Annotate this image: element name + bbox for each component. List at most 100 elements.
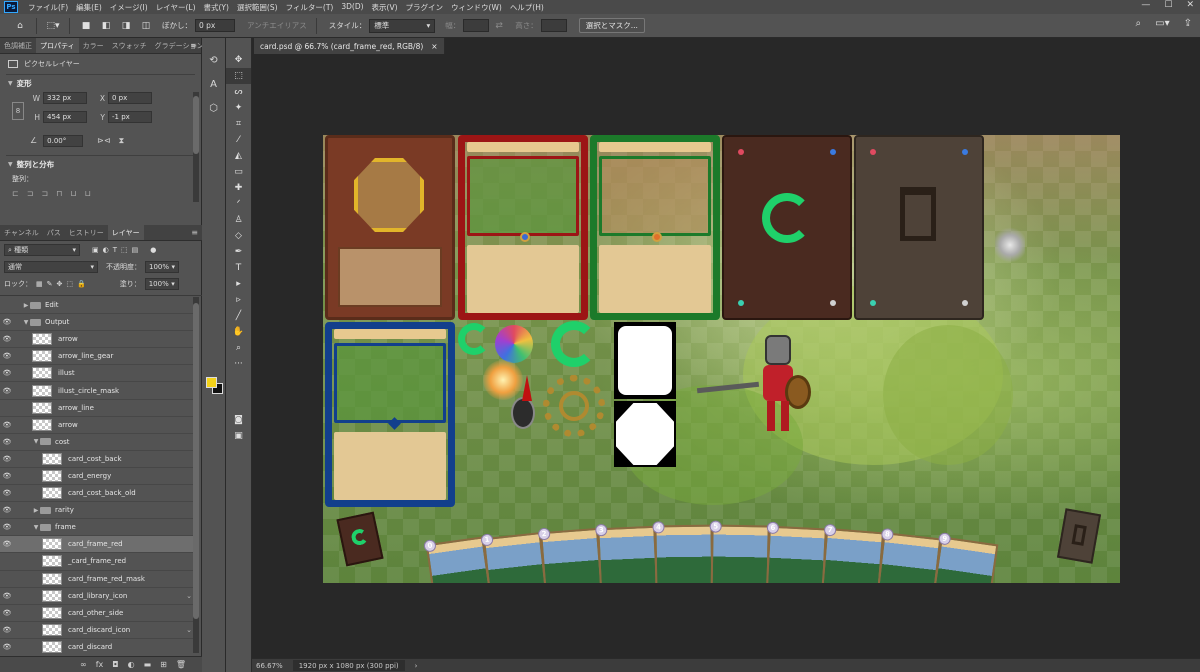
angle-field[interactable]: 0.00° — [43, 134, 84, 147]
effects-toggle-icon[interactable]: ⌄ — [186, 592, 192, 600]
swap-dimensions-icon[interactable]: ⇄ — [491, 18, 507, 34]
visibility-eye-icon[interactable]: 👁 — [0, 318, 14, 326]
close-tab-icon[interactable]: × — [431, 42, 437, 51]
lock-pixels-icon[interactable]: ✎ — [47, 280, 53, 288]
align-left-icon[interactable]: ⊏ — [12, 189, 19, 198]
share-icon[interactable]: ⇪ — [1184, 18, 1192, 29]
filter-pixel-icon[interactable]: ▣ — [92, 246, 99, 254]
layer-row[interactable]: 👁 illust — [0, 365, 194, 383]
chevron-down-icon[interactable]: ▼ — [22, 319, 30, 326]
layers-tab[interactable]: ヒストリー — [65, 225, 108, 240]
align-center-h-icon[interactable]: ⊐ — [27, 189, 34, 198]
brush-tool-icon[interactable]: ᐟ — [226, 196, 251, 212]
lock-transparency-icon[interactable]: ▦ — [36, 280, 43, 288]
visibility-eye-icon[interactable]: 👁 — [0, 557, 14, 565]
panel-menu-icon[interactable]: ≡ — [190, 41, 197, 50]
lasso-tool-icon[interactable]: ᔕ — [226, 84, 251, 100]
menu-item[interactable]: ヘルプ(H) — [506, 2, 548, 13]
quick-mask-icon[interactable]: ◙ — [226, 412, 251, 428]
card-frame-green[interactable] — [590, 135, 720, 320]
glyph-icon[interactable]: A — [202, 72, 225, 96]
properties-tab[interactable]: 色調補正 — [0, 38, 36, 53]
layer-group-row[interactable]: 👁 ▶ rarity — [0, 502, 194, 520]
antialias-checkbox[interactable]: アンチエイリアス — [247, 20, 307, 31]
menu-item[interactable]: 選択範囲(S) — [233, 2, 282, 13]
align-bottom-icon[interactable]: ⊔ — [85, 189, 91, 198]
properties-scroll-thumb[interactable] — [193, 96, 199, 154]
properties-scrollbar[interactable] — [193, 92, 199, 202]
menu-item[interactable]: 編集(E) — [72, 2, 106, 13]
properties-tab[interactable]: プロパティ — [36, 38, 79, 53]
menu-item[interactable]: フィルター(T) — [282, 2, 338, 13]
layer-group-row[interactable]: 👁 ▼ Output — [0, 314, 194, 332]
layer-row[interactable]: 👁 card_library_icon ⌄ — [0, 588, 194, 605]
visibility-eye-icon[interactable]: 👁 — [0, 335, 14, 343]
menu-item[interactable]: 表示(V) — [368, 2, 402, 13]
link-layers-icon[interactable]: ∞ — [80, 660, 87, 669]
layer-row[interactable]: 👁 card_frame_red_mask — [0, 571, 194, 588]
3d-icon[interactable]: ⬡ — [202, 96, 225, 120]
screen-mode-icon[interactable]: ▣ — [226, 428, 251, 444]
minimize-button[interactable]: — — [1141, 0, 1150, 10]
stamp-tool-icon[interactable]: ♙ — [226, 212, 251, 228]
card-frame-red[interactable] — [458, 135, 588, 320]
foreground-color-swatch[interactable] — [206, 377, 217, 388]
visibility-eye-icon[interactable]: 👁 — [0, 506, 14, 514]
layer-row[interactable]: 👁 card_other_side — [0, 605, 194, 622]
layer-row[interactable]: 👁 arrow — [0, 331, 194, 349]
menu-item[interactable]: プラグイン — [402, 2, 448, 13]
visibility-eye-icon[interactable]: 👁 — [0, 643, 14, 651]
align-middle-icon[interactable]: ⊔ — [70, 189, 76, 198]
paint-bucket-tool-icon[interactable]: ◭ — [226, 148, 251, 164]
chevron-right-icon[interactable]: ▶ — [32, 507, 40, 514]
visibility-eye-icon[interactable]: 👁 — [0, 369, 14, 377]
layer-row[interactable]: 👁 _card_frame_red — [0, 553, 194, 571]
layer-filter-select[interactable]: ⌕ 種類 ▾ — [4, 243, 80, 256]
hand-tool-icon[interactable]: ✋ — [226, 324, 251, 340]
visibility-eye-icon[interactable]: 👁 — [0, 421, 14, 429]
eyedropper-tool-icon[interactable]: ⁄ — [226, 132, 251, 148]
card-frame-blue[interactable] — [325, 322, 455, 507]
flip-vertical-icon[interactable]: ⧗ — [119, 136, 125, 146]
properties-tab[interactable]: スウォッチ — [108, 38, 151, 53]
filter-smart-object-icon[interactable]: ▤ — [132, 246, 139, 254]
flip-horizontal-icon[interactable]: ⊳⊲ — [97, 136, 110, 145]
menu-item[interactable]: レイヤー(L) — [152, 2, 200, 13]
eraser-tool-icon[interactable]: ◇ — [226, 228, 251, 244]
lock-artboard-icon[interactable]: ⬚ — [66, 280, 73, 288]
visibility-eye-icon[interactable]: 👁 — [0, 352, 14, 360]
rect-marquee-tool-icon[interactable]: ⬚ — [226, 68, 251, 84]
more-tools-icon[interactable]: ··· — [226, 356, 251, 372]
layer-row[interactable]: 👁 card_energy — [0, 468, 194, 486]
blend-mode-select[interactable]: 通常 ▾ — [4, 260, 98, 273]
direct-select-tool-icon[interactable]: ▹ — [226, 292, 251, 308]
chevron-down-icon[interactable]: ▼ — [32, 524, 40, 531]
menu-item[interactable]: ファイル(F) — [24, 2, 72, 13]
visibility-eye-icon[interactable]: 👁 — [0, 489, 14, 497]
fill-field[interactable]: 100% ▾ — [144, 277, 179, 290]
filter-shape-icon[interactable]: ⬚ — [121, 246, 128, 254]
layer-row[interactable]: 👁 card_cost_back_old — [0, 485, 194, 503]
layer-row[interactable]: 👁 card_discard — [0, 639, 194, 653]
visibility-eye-icon[interactable]: 👁 — [0, 609, 14, 617]
link-icon[interactable]: 8 — [12, 102, 24, 120]
home-icon[interactable]: ⌂ — [12, 18, 28, 34]
trash-icon[interactable]: 🗑 — [176, 660, 186, 669]
layers-tab[interactable]: レイヤー — [107, 225, 144, 240]
layers-scrollbar[interactable] — [193, 297, 199, 653]
y-field[interactable]: -1 px — [108, 111, 152, 123]
effects-toggle-icon[interactable]: ⌄ — [186, 626, 192, 634]
width-input[interactable] — [463, 19, 490, 32]
spot-healing-tool-icon[interactable]: ✚ — [226, 180, 251, 196]
opacity-field[interactable]: 100% ▾ — [145, 260, 179, 273]
visibility-eye-icon[interactable]: 👁 — [0, 455, 14, 463]
layer-group-row[interactable]: 👁 ▼ cost — [0, 434, 194, 451]
subtract-selection-icon[interactable]: ◨ — [118, 18, 134, 34]
chevron-right-icon[interactable]: ▶ — [22, 302, 30, 309]
search-icon[interactable]: ⌕ — [1136, 18, 1142, 29]
layer-row[interactable]: 👁 card_discard_icon ⌄ — [0, 622, 194, 639]
maximize-button[interactable]: ☐ — [1164, 0, 1172, 10]
feather-input[interactable]: 0 px — [195, 19, 235, 32]
layers-tab[interactable]: チャンネル — [0, 225, 43, 240]
close-button[interactable]: ✕ — [1186, 0, 1194, 10]
